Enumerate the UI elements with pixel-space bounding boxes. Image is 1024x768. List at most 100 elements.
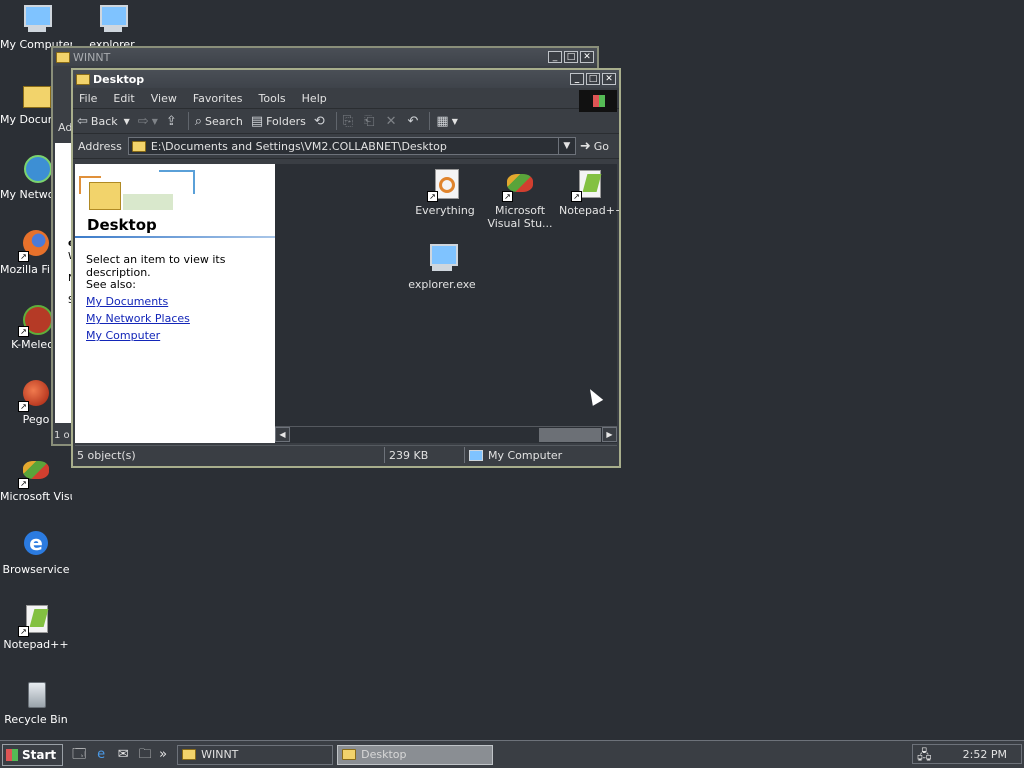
move-to-button[interactable]: ⎘	[343, 114, 356, 129]
folders-button[interactable]: ▤ Folders	[251, 114, 306, 129]
network-tray-icon[interactable]: 🖧	[917, 746, 932, 768]
address-input[interactable]: E:\Documents and Settings\VM2.COLLABNET\…	[127, 137, 576, 155]
maximize-button[interactable]: □	[564, 51, 578, 63]
folder-icon	[131, 140, 146, 152]
forward-arrow-icon: ⇨	[137, 113, 149, 129]
views-button[interactable]: ▦ ▼	[436, 114, 457, 129]
info-pane: Desktop Select an item to view its descr…	[75, 164, 275, 443]
address-label: Address	[78, 139, 122, 153]
menu-view[interactable]: View	[151, 92, 177, 105]
desktop-explorer-window[interactable]: Desktop _ □ ✕ File Edit View Favorites T…	[71, 68, 621, 468]
desktop-icon-label: Browservice	[2, 563, 70, 576]
menu-bar: File Edit View Favorites Tools Help	[73, 88, 619, 109]
ie-icon: e	[20, 528, 52, 560]
forward-button[interactable]: ⇨ ▼	[138, 114, 158, 129]
firefox-icon: ↗	[18, 228, 52, 262]
menu-help[interactable]: Help	[302, 92, 327, 105]
menu-tools[interactable]: Tools	[259, 92, 286, 105]
shortcut-arrow-icon: ↗	[18, 401, 29, 412]
show-desktop-icon[interactable]: 🗔	[71, 747, 87, 763]
file-list-pane[interactable]: ↗ Everything ↗ Microsoft Visual Stu... ↗…	[275, 164, 619, 443]
address-value: E:\Documents and Settings\VM2.COLLABNET\…	[150, 139, 447, 153]
horizontal-scrollbar[interactable]: ◀ ▶	[275, 426, 617, 443]
desktop-icon-explorer[interactable]: explorer	[76, 3, 148, 51]
link-my-computer[interactable]: My Computer	[86, 329, 160, 342]
search-label: Search	[205, 114, 243, 128]
menu-edit[interactable]: Edit	[113, 92, 134, 105]
back-dropdown-icon[interactable]: ▼	[124, 117, 130, 126]
desktop-icon-browservice[interactable]: e Browservice	[0, 528, 72, 576]
file-item-everything[interactable]: ↗ Everything	[410, 168, 480, 217]
maximize-button[interactable]: □	[586, 73, 600, 85]
computer-icon	[96, 3, 128, 35]
toolbar-separator	[335, 112, 337, 130]
link-my-documents[interactable]: My Documents	[86, 295, 168, 308]
copy-to-button[interactable]: ⎗	[364, 114, 377, 129]
back-button[interactable]: ⇦ Back ▼	[77, 114, 130, 129]
close-button[interactable]: ✕	[602, 73, 616, 85]
file-item-explorer[interactable]: explorer.exe	[407, 242, 477, 291]
file-label: Microsoft Visual Stu...	[487, 204, 553, 230]
shortcut-arrow-icon: ↗	[18, 478, 29, 489]
task-desktop[interactable]: Desktop	[337, 744, 494, 765]
desktop-icon-visual-studio[interactable]: ↗ Microsoft Visual Stu...	[0, 455, 72, 503]
minimize-button[interactable]: _	[548, 51, 562, 63]
close-button[interactable]: ✕	[580, 51, 594, 63]
shortcut-arrow-icon: ↗	[502, 191, 513, 202]
history-button[interactable]: ⟲	[314, 114, 328, 129]
link-my-network-places[interactable]: My Network Places	[86, 312, 190, 325]
desktop-icon-notepadpp[interactable]: ↗ Notepad++	[0, 603, 72, 651]
clock[interactable]: 2:52 PM	[963, 748, 1007, 761]
file-label: Notepad++	[559, 204, 619, 217]
quicklaunch-more-icon[interactable]: »	[159, 747, 167, 763]
explorer-icon[interactable]: 🗀	[137, 747, 153, 763]
search-button[interactable]: ⌕ Search	[195, 114, 243, 129]
taskbar: Start 🗔 e ✉ 🗀 » WINNT Desktop 🖧 2:52 PM	[0, 740, 1024, 768]
back-arrow-icon: ⇦	[77, 113, 88, 129]
ie-icon[interactable]: e	[93, 747, 109, 763]
start-button[interactable]: Start	[2, 743, 64, 766]
up-folder-button[interactable]: ⇪	[166, 114, 180, 129]
forward-dropdown-icon: ▼	[151, 116, 158, 126]
file-item-notepadpp[interactable]: ↗ Notepad++	[559, 168, 619, 217]
scroll-left-button[interactable]: ◀	[275, 427, 290, 442]
desktop-titlebar[interactable]: Desktop _ □ ✕	[73, 70, 619, 88]
go-label: Go	[593, 139, 609, 153]
computer-icon	[469, 449, 483, 461]
outlook-icon[interactable]: ✉	[115, 747, 131, 763]
content-area: Desktop Select an item to view its descr…	[75, 164, 619, 443]
go-button[interactable]: ➜ Go	[580, 139, 609, 154]
winnt-titlebar[interactable]: WINNT _ □ ✕	[53, 48, 597, 66]
kmeleon-icon: ↗	[18, 303, 53, 337]
menu-file[interactable]: File	[79, 92, 97, 105]
scroll-thumb[interactable]	[539, 428, 601, 442]
undo-button[interactable]: ↶	[407, 114, 421, 129]
task-winnt[interactable]: WINNT	[177, 744, 334, 765]
visual-studio-icon: ↗	[18, 455, 52, 489]
search-icon: ⌕	[194, 113, 203, 129]
shortcut-arrow-icon: ↗	[571, 191, 582, 202]
toolbar: ⇦ Back ▼ ⇨ ▼ ⇪ ⌕ Search ▤ Folders ⟲ ⎘ ⎗ ✕ ↶ ▦…	[73, 109, 619, 134]
folder-icon	[76, 73, 90, 85]
move-to-icon: ⎘	[342, 113, 354, 129]
scroll-right-button[interactable]: ▶	[602, 427, 617, 442]
desktop-icon-my-computer[interactable]: My Computer	[0, 3, 72, 51]
folder-icon	[56, 51, 70, 63]
file-item-visual-studio[interactable]: ↗ Microsoft Visual Stu...	[485, 168, 555, 230]
menu-favorites[interactable]: Favorites	[193, 92, 243, 105]
address-dropdown-icon[interactable]: ▼	[557, 138, 575, 154]
go-arrow-icon: ➜	[579, 138, 591, 154]
windows-logo-icon	[579, 90, 617, 112]
pane-description: Select an item to view its description.	[86, 253, 226, 279]
folder-icon	[20, 78, 52, 110]
network-icon	[20, 153, 52, 185]
minimize-button[interactable]: _	[570, 73, 584, 85]
desktop-icon-recycle-bin[interactable]: Recycle Bin	[0, 678, 72, 726]
desktop-icon-label: Notepad++	[3, 638, 69, 651]
folders-icon: ▤	[250, 113, 264, 129]
file-label: Everything	[415, 204, 475, 217]
pane-title: Desktop	[87, 216, 157, 234]
delete-button[interactable]: ✕	[386, 114, 400, 129]
status-bar: 5 object(s) 239 KB My Computer	[75, 445, 617, 464]
window-title: Desktop	[93, 72, 145, 86]
